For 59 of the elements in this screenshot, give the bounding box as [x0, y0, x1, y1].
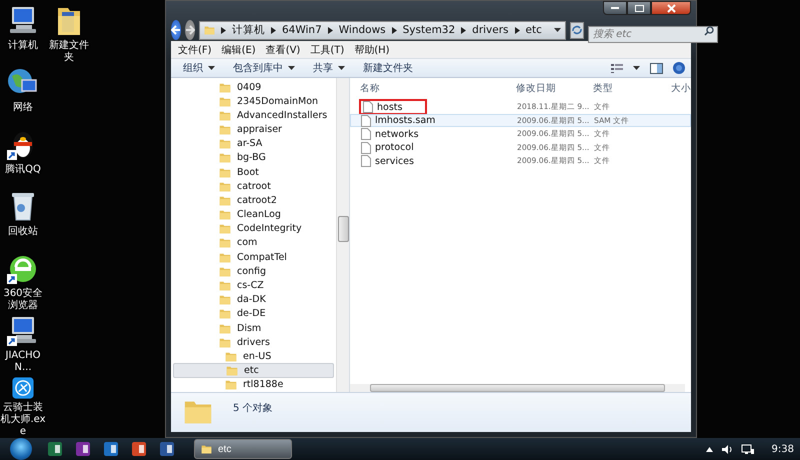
tree-item[interactable]: catroot: [173, 179, 334, 194]
tree-item[interactable]: config: [173, 264, 334, 278]
tree-item[interactable]: AdvancedInstallers: [173, 108, 334, 123]
tree-item[interactable]: CompatTel: [173, 250, 334, 264]
menu-item[interactable]: 查看(V): [262, 42, 304, 56]
taskbar-window-button[interactable]: etc: [194, 439, 292, 459]
menu-item[interactable]: 工具(T): [307, 42, 348, 56]
column-header[interactable]: 类型: [593, 82, 671, 94]
tree-item[interactable]: catroot2: [173, 193, 334, 208]
status-text: 5 个对象: [233, 402, 273, 415]
tree-item[interactable]: ar-SA: [173, 136, 334, 151]
column-header[interactable]: 大小: [671, 82, 691, 94]
file-name[interactable]: hosts: [377, 102, 402, 112]
column-header[interactable]: 名称: [360, 82, 516, 94]
desktop-icon-label[interactable]: 新建文件夹: [46, 40, 92, 64]
toolbar-button[interactable]: 共享: [307, 60, 351, 76]
tree-item[interactable]: 2345DomainMon: [173, 94, 334, 108]
breadcrumb-item[interactable]: Windows: [338, 24, 386, 36]
desktop-icon-label[interactable]: 计算机: [0, 40, 46, 52]
desktop-icon-label[interactable]: 回收站: [0, 226, 46, 238]
desktop-icon-label[interactable]: 360安全浏览器: [0, 288, 46, 312]
tree-item[interactable]: en-US: [173, 349, 334, 364]
desktop-icon-label[interactable]: JIACHON...: [0, 350, 46, 374]
file-name[interactable]: lmhosts.sam: [375, 115, 436, 126]
toolbar-button[interactable]: 新建文件夹: [357, 60, 419, 76]
breadcrumb-item[interactable]: 计算机: [232, 23, 265, 37]
toolbar-button[interactable]: 包含到库中: [227, 60, 301, 76]
tree-item[interactable]: Dism: [173, 320, 334, 336]
column-header[interactable]: 修改日期: [516, 82, 593, 94]
desktop-icon-label[interactable]: 网络: [0, 102, 46, 114]
toolbar-button[interactable]: 组织: [177, 60, 221, 76]
address-bar[interactable]: 计算机 64Win7 Windows System32 drivers etc: [199, 20, 566, 40]
breadcrumb-item[interactable]: System32: [402, 24, 456, 36]
search-field[interactable]: 搜索 etc: [588, 26, 718, 42]
tree-item[interactable]: appraiser: [173, 122, 334, 137]
tree-item[interactable]: da-DK: [173, 292, 334, 307]
tree-item[interactable]: drivers: [173, 335, 334, 350]
desktop-icon-label[interactable]: 云骑士装机大师.exe: [0, 402, 46, 438]
breadcrumb-item[interactable]: 64Win7: [282, 24, 322, 36]
menu-item[interactable]: 编辑(E): [218, 42, 259, 56]
tree-item[interactable]: etc: [173, 363, 334, 378]
clock[interactable]: 9:38: [772, 444, 794, 454]
tree-item[interactable]: com: [173, 236, 334, 250]
menu-item[interactable]: 帮助(H): [351, 42, 393, 56]
tree-item[interactable]: Boot: [173, 165, 334, 180]
tree-item[interactable]: cs-CZ: [173, 278, 334, 293]
tree-item[interactable]: CleanLog: [173, 208, 334, 222]
menu-item[interactable]: 文件(F): [175, 42, 215, 56]
tree-item[interactable]: bg-BG: [173, 150, 334, 166]
file-name[interactable]: networks: [375, 128, 419, 140]
file-name[interactable]: services: [375, 156, 414, 166]
breadcrumb-item[interactable]: etc: [526, 24, 542, 36]
file-name[interactable]: protocol: [375, 142, 414, 153]
desktop-icon-label[interactable]: 腾讯QQ: [0, 164, 46, 176]
tree-item[interactable]: de-DE: [173, 306, 334, 321]
breadcrumb-item[interactable]: drivers: [472, 24, 509, 36]
tree-item[interactable]: 0409: [173, 80, 334, 94]
tree-item[interactable]: CodeIntegrity: [173, 222, 334, 236]
tree-item[interactable]: rtl8188e: [173, 378, 334, 392]
